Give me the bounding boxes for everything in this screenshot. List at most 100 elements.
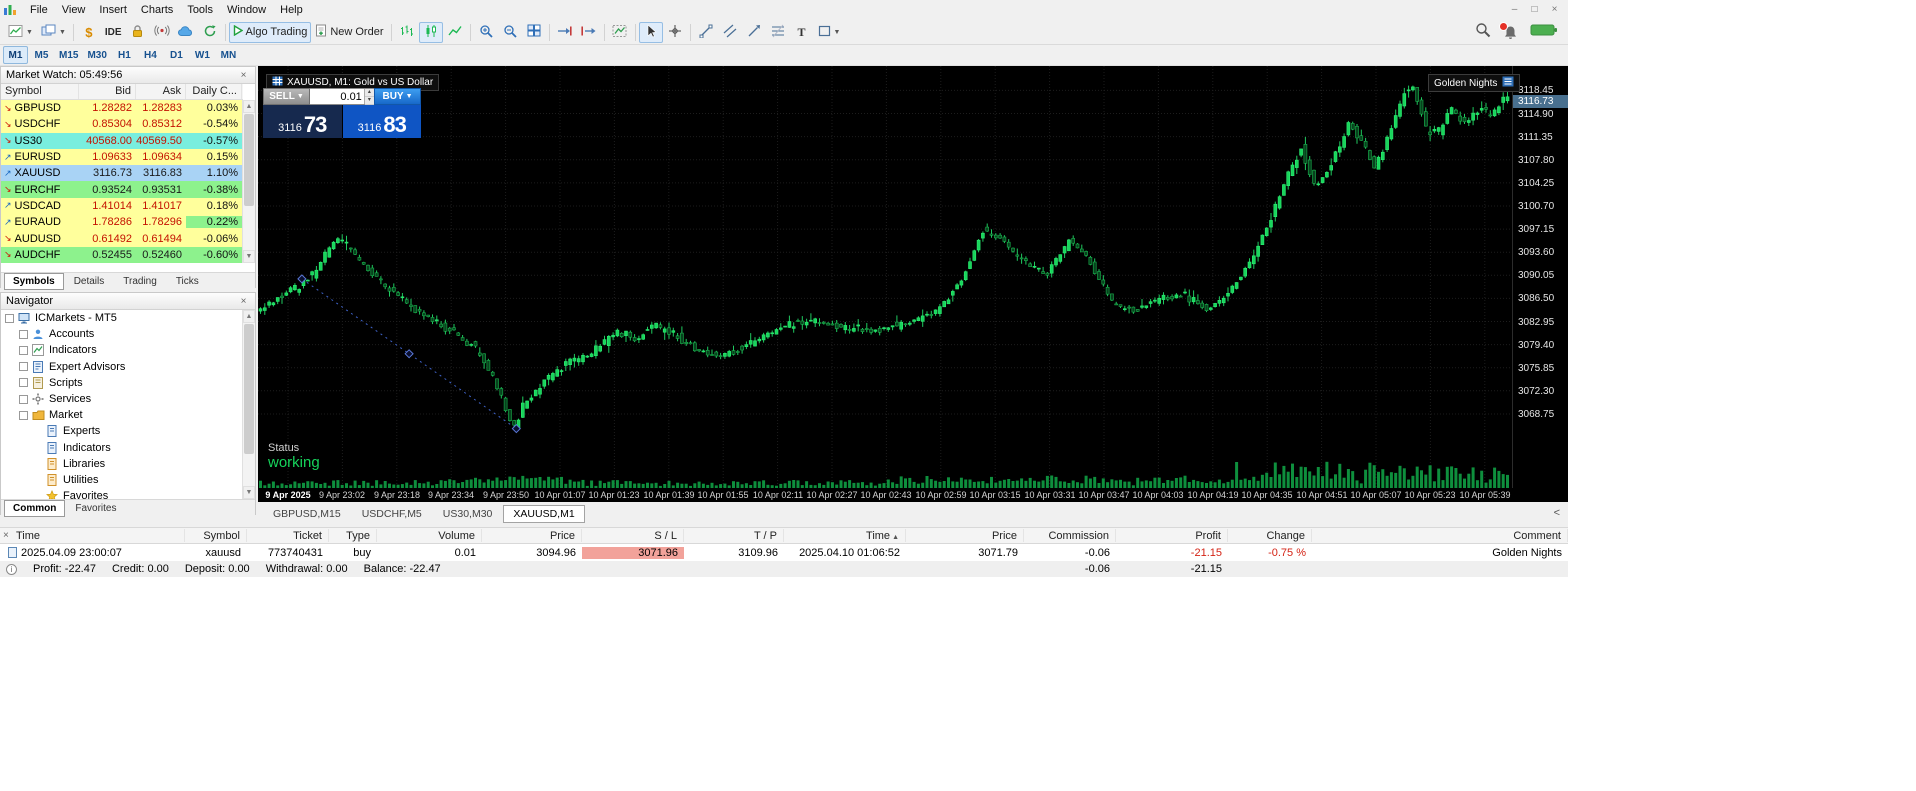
- new-order-button[interactable]: New Order: [311, 22, 387, 43]
- expand-toggle[interactable]: [19, 345, 28, 355]
- market-watch-row-usdchf[interactable]: ↘ USDCHF 0.85304 0.85312 -0.54%: [1, 116, 243, 133]
- cloud-button[interactable]: [174, 22, 198, 43]
- channel-tool-button[interactable]: [718, 22, 742, 43]
- column-header-commission-10[interactable]: Commission: [1024, 529, 1116, 542]
- navigator-item-indicators[interactable]: Indicators: [1, 440, 243, 456]
- signals-button[interactable]: [150, 22, 174, 43]
- market-watch-row-usdcad[interactable]: ↗ USDCAD 1.41014 1.41017 0.18%: [1, 197, 243, 215]
- expand-toggle[interactable]: [19, 394, 28, 404]
- auto-scroll-button[interactable]: [553, 22, 577, 43]
- navigator-item-scripts[interactable]: Scripts: [1, 375, 243, 391]
- expand-toggle[interactable]: [19, 378, 28, 388]
- scroll-up-icon[interactable]: ▲: [243, 310, 255, 323]
- chart-tab-us30-m30[interactable]: US30,M30: [433, 505, 503, 523]
- market-watch-row-xauusd[interactable]: ↗ XAUUSD 3116.73 3116.83 1.10%: [1, 165, 243, 182]
- ray-tool-button[interactable]: [742, 22, 766, 43]
- column-header-time-0[interactable]: Time: [0, 529, 185, 542]
- market-watch-row-audusd[interactable]: ↘ AUDUSD 0.61492 0.61494 -0.06%: [1, 230, 243, 247]
- column-header-comment-13[interactable]: Comment: [1312, 529, 1568, 542]
- crosshair-tool-button[interactable]: [663, 22, 687, 43]
- column-header-price-9[interactable]: Price: [906, 529, 1024, 542]
- column-header-price-5[interactable]: Price: [482, 529, 582, 542]
- navigator-item-icmarkets-mt5[interactable]: ICMarkets - MT5: [1, 310, 243, 326]
- scroll-up-icon[interactable]: ▲: [243, 100, 255, 113]
- volume-input[interactable]: [310, 89, 364, 104]
- notifications-bell-icon[interactable]: [1499, 21, 1518, 41]
- tab-ticks[interactable]: Ticks: [167, 273, 208, 290]
- close-icon[interactable]: ×: [237, 70, 250, 81]
- market-watch-scrollbar[interactable]: ▲ ▼: [242, 100, 255, 263]
- column-header-bid[interactable]: Bid: [79, 84, 136, 99]
- menu-view[interactable]: View: [55, 1, 93, 19]
- price-plot[interactable]: [258, 66, 1512, 488]
- menu-tools[interactable]: Tools: [180, 1, 220, 19]
- price-axis[interactable]: 3118.45 3114.90 3111.35 3107.80 3104.25 3100.…: [1512, 66, 1569, 488]
- zoom-in-button[interactable]: [474, 22, 498, 43]
- expand-toggle[interactable]: [19, 362, 28, 372]
- cursor-tool-button[interactable]: [638, 21, 663, 43]
- market-watch-row-audchf[interactable]: ↘ AUDCHF 0.52455 0.52460 -0.60%: [1, 246, 243, 263]
- market-watch-row-eurchf[interactable]: ↘ EURCHF 0.93524 0.93531 -0.38%: [1, 181, 243, 198]
- timeframe-d1[interactable]: D1: [164, 46, 189, 64]
- bar-chart-mode-button[interactable]: [395, 22, 419, 43]
- line-chart-mode-button[interactable]: [443, 22, 467, 43]
- sell-button[interactable]: SELL ▼: [263, 88, 310, 105]
- tab-favorites[interactable]: Favorites: [66, 500, 125, 517]
- market-watch-button[interactable]: $: [77, 22, 101, 43]
- navigator-item-favorites[interactable]: Favorites: [1, 488, 243, 499]
- timeframe-m1[interactable]: M1: [3, 46, 28, 64]
- menu-insert[interactable]: Insert: [92, 1, 134, 19]
- chart-tab-usdchf-m5[interactable]: USDCHF,M5: [352, 505, 432, 523]
- navigator-item-expert-advisors[interactable]: Expert Advisors: [1, 359, 243, 375]
- timeframe-m30[interactable]: M30: [83, 46, 110, 64]
- column-header-symbol[interactable]: Symbol: [1, 84, 79, 99]
- collapse-toggle[interactable]: [19, 410, 28, 420]
- timeframe-w1[interactable]: W1: [190, 46, 215, 64]
- timeframe-h4[interactable]: H4: [138, 46, 163, 64]
- tile-windows-button[interactable]: [522, 22, 546, 43]
- fibonacci-tool-button[interactable]: [766, 22, 790, 43]
- column-header-profit-11[interactable]: Profit: [1116, 529, 1228, 542]
- scrollbar-thumb[interactable]: [244, 324, 254, 454]
- text-tool-button[interactable]: T: [790, 22, 814, 43]
- menu-help[interactable]: Help: [273, 1, 310, 19]
- menu-file[interactable]: File: [23, 1, 55, 19]
- market-watch-row-us30[interactable]: ↘ US30 40568.00 40569.50 -0.57%: [1, 132, 243, 149]
- close-icon[interactable]: ×: [3, 530, 9, 541]
- tab-trading[interactable]: Trading: [114, 273, 166, 290]
- column-header-time-8[interactable]: Time ▲: [784, 529, 906, 542]
- timeframe-m5[interactable]: M5: [29, 46, 54, 64]
- maximize-button[interactable]: □: [1526, 3, 1543, 17]
- timeframe-mn[interactable]: MN: [216, 46, 241, 64]
- market-watch-row-gbpusd[interactable]: ↘ GBPUSD 1.28282 1.28283 0.03%: [1, 100, 243, 117]
- tab-common[interactable]: Common: [4, 499, 66, 517]
- market-watch-row-eurusd[interactable]: ↗ EURUSD 1.09633 1.09634 0.15%: [1, 148, 243, 166]
- market-watch-row-euraud[interactable]: ↗ EURAUD 1.78286 1.78296 0.22%: [1, 214, 243, 231]
- menu-charts[interactable]: Charts: [134, 1, 180, 19]
- expand-toggle[interactable]: [19, 329, 28, 339]
- indicators-dialog-button[interactable]: [608, 22, 632, 43]
- column-header-change-12[interactable]: Change: [1228, 529, 1312, 542]
- column-header-ticket-2[interactable]: Ticket: [247, 529, 329, 542]
- navigator-item-market[interactable]: Market: [1, 407, 243, 423]
- tab-details[interactable]: Details: [65, 273, 114, 290]
- navigator-item-libraries[interactable]: Libraries: [1, 456, 243, 472]
- menu-window[interactable]: Window: [220, 1, 273, 19]
- close-icon[interactable]: ×: [237, 296, 250, 307]
- timeframe-h1[interactable]: H1: [112, 46, 137, 64]
- zoom-out-button[interactable]: [498, 22, 522, 43]
- timeframe-m15[interactable]: M15: [55, 46, 82, 64]
- column-header-volume-4[interactable]: Volume: [377, 529, 482, 542]
- navigator-item-services[interactable]: Services: [1, 391, 243, 407]
- time-axis[interactable]: 9 Apr 2025 9 Apr 23:02 9 Apr 23:18 9 Apr 23…: [258, 488, 1568, 502]
- search-icon[interactable]: [1475, 22, 1491, 43]
- data-folder-button[interactable]: [126, 22, 150, 43]
- spin-up-icon[interactable]: ▴: [364, 89, 374, 97]
- trendline-tool-button[interactable]: [694, 22, 718, 43]
- buy-price-panel[interactable]: 3116 83: [342, 105, 421, 138]
- minimize-button[interactable]: –: [1506, 3, 1523, 17]
- collapse-toggle[interactable]: [5, 313, 14, 323]
- template-icon[interactable]: [1502, 76, 1514, 90]
- navigator-scrollbar[interactable]: ▲ ▼: [242, 310, 255, 499]
- refresh-button[interactable]: [198, 22, 222, 43]
